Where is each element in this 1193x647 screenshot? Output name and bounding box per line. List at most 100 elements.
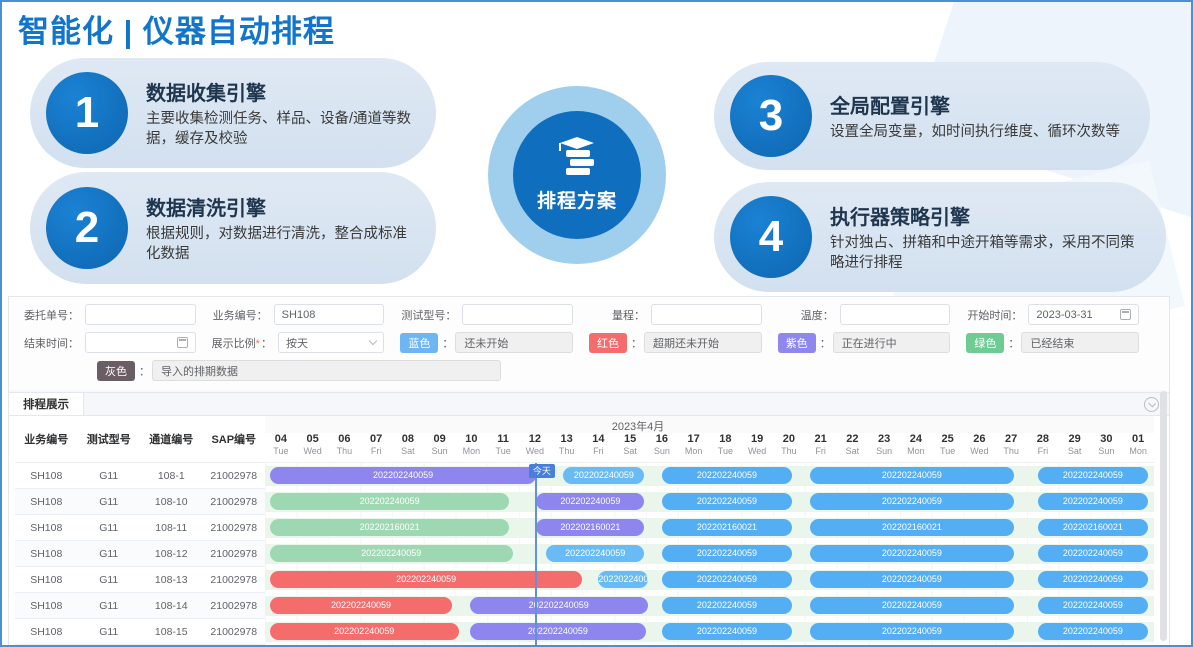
gantt-bar[interactable]: 202202240059 — [662, 493, 792, 510]
table-cell: 21002978 — [203, 600, 266, 612]
collapse-panel-icon[interactable] — [1144, 397, 1159, 412]
day-header-row: 04Tue05Wed06Thu07Fri08Sat09Sun10Mon11Tue… — [265, 433, 1154, 463]
day-column-header: 09Sun — [424, 433, 456, 462]
day-column-header: 19Wed — [741, 433, 773, 462]
calendar-icon[interactable] — [1120, 309, 1131, 320]
table-row[interactable]: SH108G11108-1221002978 — [15, 541, 265, 567]
gantt-bar[interactable]: 202202240059 — [810, 467, 1015, 484]
day-column-header: 06Thu — [329, 433, 361, 462]
gantt-bar[interactable]: 202202240059 — [270, 545, 513, 562]
temperature-input[interactable] — [840, 304, 951, 325]
gantt-bar[interactable]: 202202240059 — [662, 623, 792, 640]
gantt-row: 202202160021 202202160021 202202160021 2022… — [265, 515, 1154, 541]
gantt-bar[interactable]: 202202240059 — [270, 493, 510, 510]
legend-chip-purple: 紫色 — [778, 333, 816, 353]
gantt-bar[interactable]: 202202240059 — [1038, 467, 1148, 484]
panel-tab-bar: 排程展示 — [9, 393, 1169, 416]
gantt-bar[interactable]: 202202160021 — [270, 519, 510, 536]
gantt-bar[interactable]: 202202240059 — [563, 467, 644, 484]
gantt-bar[interactable]: 202202240059 — [810, 571, 1015, 588]
table-cell: SH108 — [15, 548, 78, 560]
display-scale-select[interactable]: 按天 — [278, 332, 384, 353]
table-row[interactable]: SH108G11108-1421002978 — [15, 593, 265, 619]
gantt-bar[interactable]: 202202240059 — [536, 493, 644, 510]
table-cell: G11 — [78, 548, 141, 560]
table-cell: G11 — [78, 626, 141, 638]
order-no-input[interactable] — [85, 304, 196, 325]
gantt-bar[interactable]: 202202160021 — [662, 519, 792, 536]
table-row[interactable]: SH108G11108-1121002978 — [15, 515, 265, 541]
table-row[interactable]: SH108G11108-1321002978 — [15, 567, 265, 593]
day-column-header: 28Fri — [1027, 433, 1059, 462]
table-cell: G11 — [78, 574, 141, 586]
required-asterisk: * — [256, 338, 260, 350]
business-no-input[interactable]: SH108 — [274, 304, 385, 325]
gantt-left-table: 业务编号 测试型号 通道编号 SAP编号 SH108G11108-1210029… — [15, 416, 265, 645]
gantt-bar[interactable]: 202202240059 — [270, 467, 537, 484]
table-cell: SH108 — [15, 574, 78, 586]
table-cell: 21002978 — [203, 548, 266, 560]
step-1-desc: 主要收集检测任务、样品、设备/通道等数据，缓存及校验 — [146, 110, 412, 149]
legend-value-red: 超期还未开始 — [644, 332, 762, 353]
step-2-number: 2 — [46, 187, 128, 269]
gantt-bar[interactable]: 202202240059 — [1038, 493, 1148, 510]
chevron-down-icon — [369, 337, 377, 345]
step-3-card: 3 全局配置引擎 设置全局变量，如时间执行维度、循环次数等 — [714, 62, 1150, 170]
gantt-bar[interactable]: 202202240059 — [662, 467, 792, 484]
gantt-bar[interactable]: 202202240059 — [662, 545, 792, 562]
tab-schedule-display[interactable]: 排程展示 — [9, 393, 84, 415]
legend-value-green: 已经结束 — [1021, 332, 1139, 353]
filter-label-business-no: 业务编号： — [212, 307, 268, 323]
gantt-bar[interactable]: 202202240059 — [270, 597, 453, 614]
gantt-bar[interactable]: 202202240059 — [810, 493, 1015, 510]
gantt-bar[interactable]: 202202240059 — [598, 571, 647, 588]
day-column-header: 23Sun — [868, 433, 900, 462]
gantt-bar[interactable]: 202202240059 — [1038, 597, 1148, 614]
step-1-card: 1 数据收集引擎 主要收集检测任务、样品、设备/通道等数据，缓存及校验 — [30, 58, 436, 168]
table-cell: SH108 — [15, 600, 78, 612]
table-row[interactable]: SH108G11108-1021002978 — [15, 489, 265, 515]
calendar-icon[interactable] — [177, 337, 188, 348]
vertical-scrollbar[interactable] — [1160, 391, 1167, 641]
gantt-bar[interactable]: 202202240059 — [810, 597, 1015, 614]
step-2-title: 数据清洗引擎 — [146, 192, 412, 221]
gantt-bar[interactable]: 202202160021 — [1038, 519, 1148, 536]
gantt-bar[interactable]: 202202240059 — [546, 545, 644, 562]
gantt-bar[interactable]: 202202160021 — [810, 519, 1015, 536]
table-cell: SH108 — [15, 522, 78, 534]
gantt-bar[interactable]: 202202240059 — [1038, 545, 1148, 562]
table-row[interactable]: SH108G11108-121002978 — [15, 463, 265, 489]
step-4-desc: 针对独占、拼箱和中途开箱等需求，采用不同策略进行排程 — [830, 234, 1142, 273]
table-row[interactable]: SH108G11108-1521002978 — [15, 619, 265, 645]
column-header: 测试型号 — [78, 431, 141, 447]
gantt-bar[interactable]: 202202240059 — [470, 597, 648, 614]
day-column-header: 11Tue — [487, 433, 519, 462]
day-column-header: 22Sat — [837, 433, 869, 462]
gantt-bar[interactable]: 202202240059 — [810, 623, 1015, 640]
table-header-row: 业务编号 测试型号 通道编号 SAP编号 — [15, 416, 265, 463]
legend-value-purple: 正在进行中 — [833, 332, 951, 353]
gantt-bar[interactable]: 202202240059 — [810, 545, 1015, 562]
gantt-bar[interactable]: 202202160021 — [536, 519, 644, 536]
gantt-bar[interactable]: 202202240059 — [1038, 571, 1148, 588]
table-cell: G11 — [78, 522, 141, 534]
books-graduation-icon — [554, 137, 600, 184]
filter-bar: 委托单号： 业务编号： SH108 测试型号： 量程： 温度： — [9, 297, 1169, 390]
day-column-header: 12Wed — [519, 433, 551, 462]
range-input[interactable] — [651, 304, 762, 325]
table-cell: SH108 — [15, 496, 78, 508]
day-column-header: 20Thu — [773, 433, 805, 462]
end-time-date-input[interactable] — [85, 332, 196, 353]
gantt-bar[interactable]: 202202240059 — [270, 623, 459, 640]
step-3-title: 全局配置引擎 — [830, 90, 1120, 119]
gantt-bar[interactable]: 202202240059 — [662, 571, 792, 588]
column-header: 业务编号 — [15, 431, 78, 447]
start-time-date-input[interactable]: 2023-03-31 — [1028, 304, 1139, 325]
gantt-bar[interactable]: 202202240059 — [1038, 623, 1148, 640]
day-column-header: 26Wed — [964, 433, 996, 462]
gantt-bar[interactable]: 202202240059 — [470, 623, 646, 640]
gantt-bar[interactable]: 202202240059 — [662, 597, 792, 614]
step-1-title: 数据收集引擎 — [146, 77, 412, 106]
test-model-input[interactable] — [462, 304, 573, 325]
table-cell: G11 — [78, 600, 141, 612]
